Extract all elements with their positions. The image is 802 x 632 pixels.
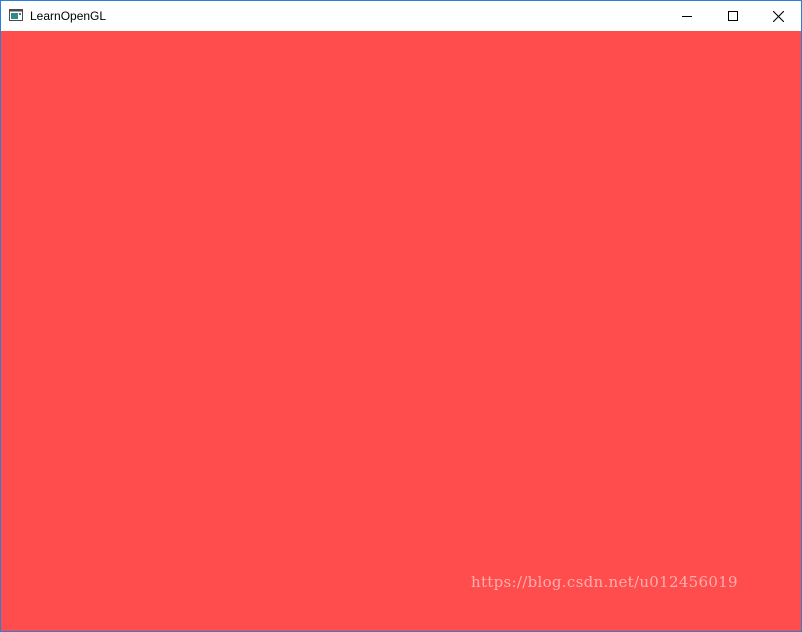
minimize-icon — [682, 16, 692, 17]
maximize-button[interactable] — [710, 1, 756, 31]
close-button[interactable] — [755, 1, 801, 31]
app-window: LearnOpenGL https://blog.csdn.net/u01245… — [0, 0, 802, 632]
console-window-icon — [9, 9, 23, 21]
opengl-render-area[interactable] — [1, 31, 801, 631]
watermark-text: https://blog.csdn.net/u012456019 — [471, 573, 738, 591]
close-icon — [772, 10, 784, 22]
window-title: LearnOpenGL — [30, 9, 107, 23]
title-bar[interactable]: LearnOpenGL — [1, 1, 801, 31]
maximize-icon — [728, 11, 738, 21]
minimize-button[interactable] — [664, 1, 710, 31]
